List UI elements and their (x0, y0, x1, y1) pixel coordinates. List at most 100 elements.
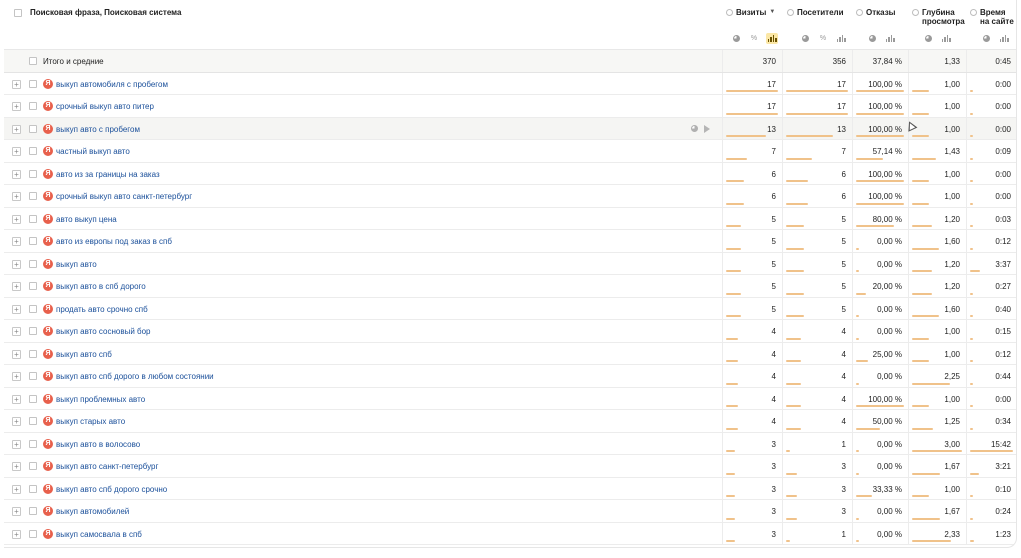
table-row[interactable]: + Явыкуп авто спб 4 4 25,00 % 1,00 0:12 (4, 342, 1016, 365)
row-checkbox[interactable] (29, 102, 37, 110)
search-phrase-link[interactable]: выкуп авто (56, 260, 97, 269)
totals-checkbox[interactable] (29, 57, 37, 65)
search-phrase-link[interactable]: авто из за границы на заказ (56, 170, 160, 179)
table-row[interactable]: + Яавто из европы под заказ в спб 5 5 0,00 %… (4, 230, 1016, 253)
search-phrase-link[interactable]: авто из европы под заказ в спб (56, 237, 172, 246)
pie-chart-icon[interactable] (799, 33, 811, 44)
search-phrase-link[interactable]: выкуп проблемных авто (56, 395, 145, 404)
table-row[interactable]: + Явыкуп самосвала в спб 3 1 0,00 % 2,33 1:23 (4, 522, 1016, 545)
table-row[interactable]: + Явыкуп автомобилей 3 3 0,00 % 1,67 0:24 (4, 500, 1016, 523)
bar-chart-icon[interactable] (940, 33, 952, 44)
row-checkbox[interactable] (29, 169, 37, 178)
search-phrase-link[interactable]: выкуп авто санкт-петербург (56, 462, 158, 471)
expand-toggle[interactable]: + (12, 124, 21, 134)
row-checkbox[interactable] (29, 394, 37, 403)
table-row[interactable]: + Явыкуп автомобиля с пробегом 17 17 100,00 … (4, 72, 1016, 95)
table-row[interactable]: + Явыкуп проблемных авто 4 4 100,00 % 1,00 0:0… (4, 387, 1016, 410)
table-row[interactable]: + Явыкуп авто спб дорого в любом состояни… (4, 365, 1016, 388)
expand-toggle[interactable]: + (12, 169, 21, 179)
row-checkbox[interactable] (29, 417, 37, 425)
row-checkbox[interactable] (29, 192, 37, 200)
row-pie-icon[interactable] (691, 125, 698, 132)
expand-toggle[interactable]: + (12, 462, 21, 471)
metric-header-visitors[interactable]: Посетители% (787, 0, 853, 50)
metric-radio[interactable] (856, 9, 863, 16)
expand-toggle[interactable]: + (12, 237, 21, 246)
expand-toggle[interactable]: + (12, 79, 21, 89)
bar-chart-icon[interactable] (766, 33, 778, 44)
table-row[interactable]: + Явыкуп авто с пробегом 13 13 100,00 % 1,00 0… (4, 117, 1016, 140)
search-phrase-link[interactable]: выкуп самосвала в спб (56, 530, 142, 539)
row-checkbox[interactable] (29, 439, 37, 448)
expand-toggle[interactable]: + (12, 192, 21, 201)
search-phrase-link[interactable]: частный выкуп авто (56, 147, 130, 156)
search-phrase-link[interactable]: выкуп авто спб дорого срочно (56, 485, 167, 494)
expand-toggle[interactable]: + (12, 507, 21, 516)
expand-toggle[interactable]: + (12, 102, 21, 111)
table-row[interactable]: + Явыкуп авто 5 5 0,00 % 1,20 3:37 (4, 252, 1016, 275)
row-checkbox[interactable] (29, 372, 37, 380)
search-phrase-link[interactable]: продать авто срочно спб (56, 305, 148, 314)
expand-toggle[interactable]: + (12, 327, 21, 336)
sort-caret-icon[interactable]: ▼ (769, 9, 775, 15)
table-row[interactable]: + Явыкуп авто спб дорого срочно 3 3 33,33 % 1… (4, 477, 1016, 500)
expand-toggle[interactable]: + (12, 304, 21, 314)
expand-toggle[interactable]: + (12, 439, 21, 449)
table-row[interactable]: + Явыкуп старых авто 4 4 50,00 % 1,25 0:34 (4, 410, 1016, 433)
percent-toggle[interactable]: % (817, 33, 829, 44)
pie-chart-icon[interactable] (980, 33, 992, 44)
search-phrase-link[interactable]: выкуп авто в спб дорого (56, 282, 146, 291)
expand-toggle[interactable]: + (12, 214, 21, 224)
search-phrase-link[interactable]: выкуп автомобилей (56, 507, 129, 516)
row-checkbox[interactable] (29, 304, 37, 313)
search-phrase-link[interactable]: срочный выкуп авто санкт-петербург (56, 192, 192, 201)
row-checkbox[interactable] (29, 259, 37, 268)
table-row[interactable]: + Ячастный выкуп авто 7 7 57,14 % 1,43 0:09 (4, 140, 1016, 163)
row-checkbox[interactable] (29, 282, 37, 290)
select-all-checkbox[interactable] (14, 9, 22, 17)
expand-toggle[interactable]: + (12, 282, 21, 291)
bar-chart-icon[interactable] (884, 33, 896, 44)
metric-radio[interactable] (912, 9, 919, 16)
pie-chart-icon[interactable] (866, 33, 878, 44)
table-row[interactable]: + Ясрочный выкуп авто питер 17 17 100,00 % 1,… (4, 95, 1016, 118)
expand-toggle[interactable]: + (12, 147, 21, 156)
search-phrase-link[interactable]: выкуп автомобиля с пробегом (56, 80, 168, 89)
table-row[interactable]: + Япродать авто срочно спб 5 5 0,00 % 1,60 0:4… (4, 297, 1016, 320)
search-phrase-link[interactable]: выкуп авто спб дорого в любом состоянии (56, 372, 214, 381)
expand-toggle[interactable]: + (12, 259, 21, 269)
table-row[interactable]: + Явыкуп авто в волосово 3 1 0,00 % 3,00 15:42 (4, 432, 1016, 455)
search-phrase-link[interactable]: авто выкуп цена (56, 215, 117, 224)
metric-header-time[interactable]: Время на сайте (970, 0, 1016, 50)
row-checkbox[interactable] (29, 147, 37, 155)
search-phrase-link[interactable]: выкуп авто в волосово (56, 440, 140, 449)
metric-header-bounce[interactable]: Отказы (856, 0, 908, 50)
search-phrase-link[interactable]: выкуп авто спб (56, 350, 112, 359)
row-checkbox[interactable] (29, 124, 37, 133)
metric-header-visits[interactable]: Визиты ▼% (726, 0, 782, 50)
row-checkbox[interactable] (29, 79, 37, 88)
expand-toggle[interactable]: + (12, 529, 21, 539)
row-checkbox[interactable] (29, 529, 37, 538)
table-row[interactable]: + Яавто из за границы на заказ 6 6 100,00 % 1… (4, 162, 1016, 185)
bar-chart-icon[interactable] (835, 33, 847, 44)
row-checkbox[interactable] (29, 484, 37, 493)
percent-toggle[interactable]: % (748, 33, 760, 44)
row-checkbox[interactable] (29, 462, 37, 470)
table-row[interactable]: + Явыкуп авто санкт-петербург 3 3 0,00 % 1,67… (4, 455, 1016, 478)
expand-toggle[interactable]: + (12, 349, 21, 359)
table-row[interactable]: + Явыкуп авто в спб дорого 5 5 20,00 % 1,20 0:… (4, 275, 1016, 298)
search-phrase-link[interactable]: выкуп авто с пробегом (56, 125, 140, 134)
row-play-icon[interactable] (704, 124, 710, 133)
metric-header-depth[interactable]: Глубина просмотра (912, 0, 966, 50)
search-phrase-link[interactable]: срочный выкуп авто питер (56, 102, 154, 111)
row-checkbox[interactable] (29, 237, 37, 245)
table-row[interactable]: + Яавто выкуп цена 5 5 80,00 % 1,20 0:03 (4, 207, 1016, 230)
metric-radio[interactable] (787, 9, 794, 16)
row-checkbox[interactable] (29, 327, 37, 335)
pie-chart-icon[interactable] (922, 33, 934, 44)
search-phrase-link[interactable]: выкуп старых авто (56, 417, 125, 426)
row-checkbox[interactable] (29, 214, 37, 223)
expand-toggle[interactable]: + (12, 372, 21, 381)
metric-radio[interactable] (970, 9, 977, 16)
